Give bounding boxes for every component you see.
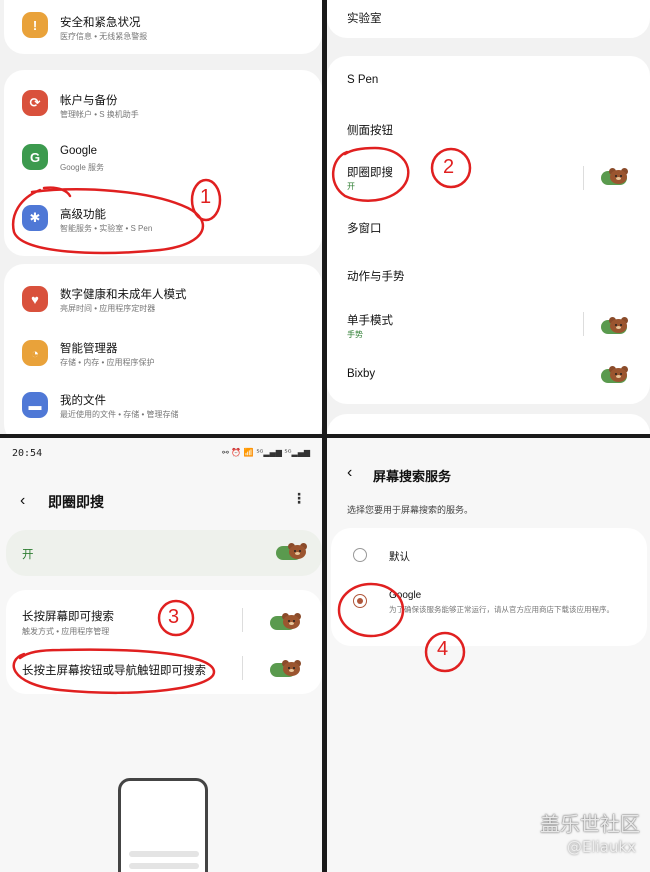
page-description: 选择您要用于屏幕搜索的服务。 xyxy=(347,505,474,515)
option-title: 默认 xyxy=(389,551,410,563)
item-title: 即圈即搜 xyxy=(347,167,393,179)
option-google[interactable]: Google 为了确保该服务能够正常运行，请从官方应用商店下载该应用程序。 xyxy=(331,582,647,642)
settings-item-title: 帐户与备份 xyxy=(60,95,118,107)
google-icon: G xyxy=(22,144,48,170)
bear-toggle-thumb-icon xyxy=(609,366,628,382)
item-status: 手势 xyxy=(347,330,363,339)
back-arrow-icon[interactable]: ‹ xyxy=(347,464,352,482)
emergency-icon: ! xyxy=(22,12,48,38)
settings-item-accounts[interactable]: ⟳ 帐户与备份 管理帐户 • S 换机助手 xyxy=(4,78,322,132)
item-s-pen[interactable]: S Pen xyxy=(347,74,378,86)
item-title: 单手模式 xyxy=(347,315,393,327)
settings-item-safety[interactable]: ! 安全和紧急状况 医疗信息 • 无线紧急警报 xyxy=(4,0,322,54)
wellbeing-icon: ♥ xyxy=(22,286,48,312)
settings-item-title: 我的文件 xyxy=(60,395,106,407)
item-multi-window[interactable]: 多窗口 xyxy=(347,220,382,236)
settings-item-google[interactable]: G Google Google 服务 xyxy=(4,132,322,186)
status-icons: ⚯ ⏰ 📶 ⁵ᴳ▂▄▆ ⁵ᴳ▂▄▆ xyxy=(222,448,310,457)
settings-item-device-care[interactable]: ◔ 智能管理器 存储 • 内存 • 应用程序保护 xyxy=(4,326,322,380)
divider xyxy=(242,656,243,680)
item-bixby[interactable]: Bixby xyxy=(327,352,650,396)
settings-item-title: 数字健康和未成年人模式 xyxy=(60,289,187,301)
status-time: 20:54 xyxy=(12,448,43,459)
device-care-icon: ◔ xyxy=(22,340,48,366)
bear-toggle-thumb-icon xyxy=(609,317,628,333)
settings-item-title: 安全和紧急状况 xyxy=(60,17,141,29)
circle-to-search-panel: 20:54 ⚯ ⏰ 📶 ⁵ᴳ▂▄▆ ⁵ᴳ▂▄▆ ‹ 即圈即搜 ⋮ 开 长按屏幕即… xyxy=(0,438,322,872)
settings-card-tools: ♥ 数字健康和未成年人模式 亮屏时间 • 应用程序定时器 ◔ 智能管理器 存储 … xyxy=(4,264,322,434)
option-long-press-home[interactable]: 长按主屏幕按钮或导航触钮即可搜索 xyxy=(6,648,322,688)
option-title: 长按主屏幕按钮或导航触钮即可搜索 xyxy=(22,665,206,677)
settings-item-subtitle: 最近使用的文件 • 存储 • 管理存储 xyxy=(60,410,179,419)
page-title: 屏幕搜索服务 xyxy=(373,469,452,484)
settings-item-advanced-features[interactable]: ✱ 高级功能 智能服务 • 实验室 • S Pen xyxy=(4,188,322,248)
more-options-icon[interactable]: ⋮ xyxy=(292,490,306,507)
sync-icon: ⟳ xyxy=(22,90,48,116)
option-long-press-screen[interactable]: 长按屏幕即可搜索 触发方式 • 应用程序管理 xyxy=(6,596,322,642)
settings-card-next xyxy=(327,414,650,434)
options-card: 长按屏幕即可搜索 触发方式 • 应用程序管理 长按主屏幕按钮或导航触钮即可搜索 xyxy=(6,590,322,694)
settings-item-subtitle: 管理帐户 • S 换机助手 xyxy=(60,110,139,119)
settings-item-title: 智能管理器 xyxy=(60,343,118,355)
bear-toggle-thumb-icon xyxy=(282,660,301,676)
page-title: 即圈即搜 xyxy=(48,494,104,510)
item-circle-to-search[interactable]: 即圈即搜 开 xyxy=(327,152,650,204)
phone-illustration xyxy=(118,778,208,872)
divider xyxy=(583,166,584,190)
settings-item-my-files[interactable]: ▬ 我的文件 最近使用的文件 • 存储 • 管理存储 xyxy=(4,378,322,432)
item-labs[interactable]: 实验室 xyxy=(347,10,382,26)
settings-item-subtitle: 存储 • 内存 • 应用程序保护 xyxy=(60,358,155,367)
divider xyxy=(583,312,584,336)
item-side-button[interactable]: 侧面按钮 xyxy=(347,122,393,138)
master-switch-label: 开 xyxy=(22,549,34,561)
master-switch-row[interactable]: 开 xyxy=(6,530,322,576)
option-default[interactable]: 默认 xyxy=(331,534,647,576)
watermark-user: @Eliaukx xyxy=(566,838,636,856)
option-subtitle: 为了确保该服务能够正常运行，请从官方应用商店下载该应用程序。 xyxy=(389,605,614,614)
item-motions-gestures[interactable]: 动作与手势 xyxy=(347,268,405,284)
item-one-handed-mode[interactable]: 单手模式 手势 xyxy=(327,300,650,350)
settings-main-panel: ! 安全和紧急状况 医疗信息 • 无线紧急警报 ⟳ 帐户与备份 管理帐户 • S… xyxy=(0,0,322,434)
advanced-features-panel: 实验室 S Pen 侧面按钮 即圈即搜 开 多窗口 动作与手势 单手模式 手势 … xyxy=(327,0,650,434)
bear-toggle-thumb-icon xyxy=(282,613,301,629)
settings-card-accounts: ⟳ 帐户与备份 管理帐户 • S 换机助手 G Google Google 服务… xyxy=(4,70,322,256)
bear-toggle-thumb-icon xyxy=(288,543,307,559)
settings-item-subtitle: 医疗信息 • 无线紧急警报 xyxy=(60,32,148,41)
option-title: Google xyxy=(389,590,422,601)
folder-icon: ▬ xyxy=(22,392,48,418)
option-title: 长按屏幕即可搜索 xyxy=(22,611,114,623)
status-bar: 20:54 ⚯ ⏰ 📶 ⁵ᴳ▂▄▆ ⁵ᴳ▂▄▆ xyxy=(0,438,322,466)
settings-item-title: 高级功能 xyxy=(60,209,106,221)
settings-item-subtitle: 亮屏时间 • 应用程序定时器 xyxy=(60,304,156,313)
settings-card-features: S Pen 侧面按钮 即圈即搜 开 多窗口 动作与手势 单手模式 手势 Bixb… xyxy=(327,56,650,404)
radio-google[interactable] xyxy=(353,594,367,608)
item-title: Bixby xyxy=(347,368,376,380)
service-options-card: 默认 Google 为了确保该服务能够正常运行，请从官方应用商店下载该应用程序。 xyxy=(331,528,647,646)
watermark: 盖乐世社区 xyxy=(540,812,640,836)
divider xyxy=(242,608,243,632)
gear-plus-icon: ✱ xyxy=(22,205,48,231)
back-arrow-icon[interactable]: ‹ xyxy=(20,492,25,510)
settings-card-safety: ! 安全和紧急状况 医疗信息 • 无线紧急警报 xyxy=(4,0,322,54)
item-status: 开 xyxy=(347,182,355,191)
settings-item-title: Google xyxy=(60,145,98,157)
option-subtitle: 触发方式 • 应用程序管理 xyxy=(22,627,110,636)
screen-search-service-panel: ‹ 屏幕搜索服务 选择您要用于屏幕搜索的服务。 默认 Google 为了确保该服… xyxy=(327,438,650,872)
settings-item-subtitle: Google 服务 xyxy=(60,163,105,172)
settings-item-wellbeing[interactable]: ♥ 数字健康和未成年人模式 亮屏时间 • 应用程序定时器 xyxy=(4,272,322,326)
bear-toggle-thumb-icon xyxy=(609,168,628,184)
settings-item-subtitle: 智能服务 • 实验室 • S Pen xyxy=(60,224,153,233)
settings-card-labs: 实验室 xyxy=(327,0,650,38)
radio-default[interactable] xyxy=(353,548,367,562)
